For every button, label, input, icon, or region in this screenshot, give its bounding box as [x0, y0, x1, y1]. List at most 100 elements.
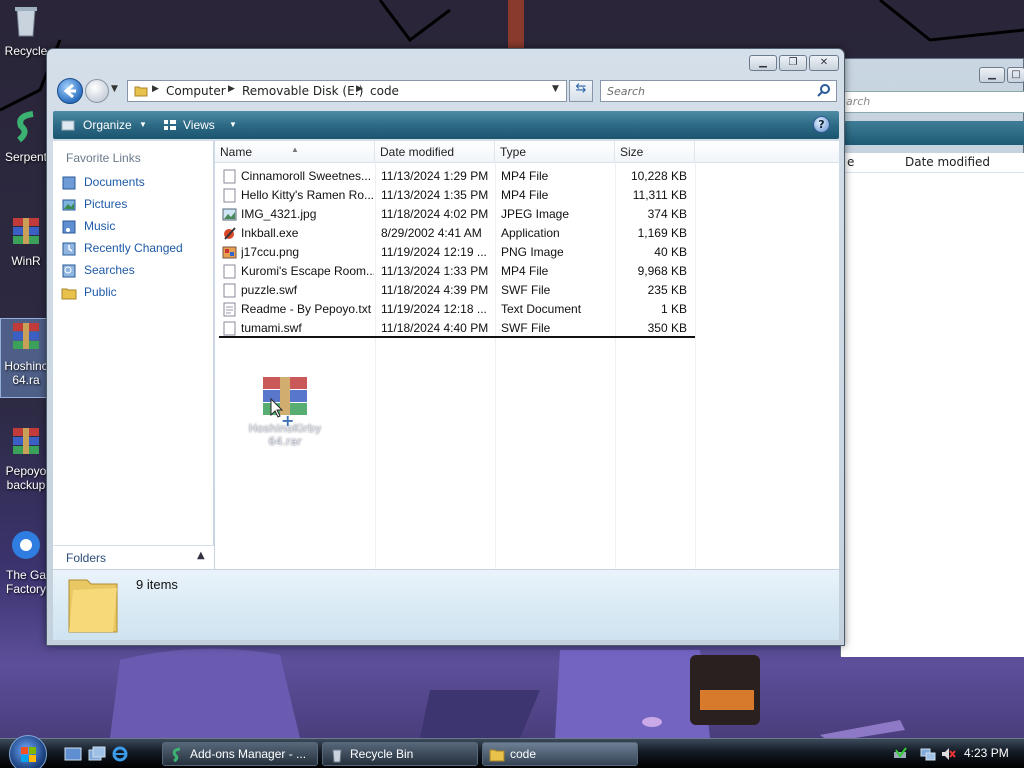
maximize-button[interactable]: ❐ [779, 55, 807, 71]
show-desktop-icon[interactable] [64, 746, 82, 762]
recycle-bin-icon [332, 749, 342, 763]
column-header-date-modified[interactable]: Date modified [375, 141, 495, 163]
clock[interactable]: 4:23 PM [964, 746, 1009, 760]
chevron-right-icon[interactable]: ▶ [228, 84, 235, 94]
minimize-button[interactable]: ▁ [749, 55, 777, 71]
file-row[interactable]: Cinnamoroll Sweetnes... 11/13/2024 1:29 P… [215, 167, 695, 186]
forward-button[interactable] [85, 79, 109, 103]
desktop-icon-game-factory[interactable]: The Ga Factory [0, 528, 52, 596]
taskbar-item-recycle-bin[interactable]: Recycle Bin [322, 742, 478, 766]
views-icon [164, 120, 176, 130]
column-header-date[interactable]: Date modified [905, 155, 990, 169]
file-row[interactable]: Kuromi's Escape Room... 11/13/2024 1:33 P… [215, 262, 695, 281]
close-button[interactable]: ✕ [809, 55, 839, 71]
winrar-archive-icon [13, 428, 39, 454]
network-icon[interactable] [920, 746, 936, 762]
address-bar[interactable]: ▶ Computer ▶ Removable Disk (E:) ▶ code … [127, 80, 567, 102]
copy-plus-badge: + [281, 411, 295, 430]
chevron-right-icon[interactable]: ▶ [356, 84, 363, 94]
video-file-icon [223, 264, 236, 279]
nav-item-label: Recently Changed [84, 241, 183, 255]
column-header-name[interactable]: Name ▲ [215, 141, 375, 163]
file-row[interactable]: Inkball.exe 8/29/2002 4:41 AM Application 1… [215, 224, 695, 243]
safely-remove-hardware-icon[interactable] [892, 746, 908, 762]
file-date-modified: 11/18/2024 4:02 PM [381, 207, 489, 221]
column-header-type-partial[interactable]: e [847, 155, 854, 169]
folder-icon [68, 579, 118, 633]
minimize-icon: ▁ [759, 57, 767, 68]
file-name: j17ccu.png [241, 245, 300, 259]
window-controls: ▁ ❐ ✕ [749, 55, 839, 71]
column-header-label: Type [500, 145, 527, 159]
file-size: 350 KB [647, 321, 687, 335]
desktop-icon-recycle-bin[interactable]: Recycle [0, 4, 52, 58]
organize-button[interactable]: Organize ▼ [61, 116, 149, 134]
file-type: Text Document [501, 302, 582, 316]
nav-item-pictures[interactable]: Pictures [61, 195, 209, 215]
recent-pages-dropdown[interactable]: ▼ [111, 84, 123, 96]
file-size: 1,169 KB [637, 226, 687, 240]
nav-item-documents[interactable]: Documents [61, 173, 209, 193]
file-date-modified: 11/18/2024 4:40 PM [381, 321, 489, 335]
breadcrumb-code[interactable]: code [370, 84, 399, 98]
help-button[interactable]: ? [813, 116, 830, 133]
music-icon [62, 220, 76, 234]
folders-label: Folders [66, 551, 107, 565]
views-button[interactable]: Views ▼ [163, 116, 243, 134]
file-row[interactable]: Hello Kitty's Ramen Ro... 11/13/2024 1:35… [215, 186, 695, 205]
navigation-row: ▼ ▶ Computer ▶ Removable Disk (E:) ▶ cod… [55, 77, 840, 105]
folders-toggle[interactable]: Folders ▲ [53, 545, 214, 569]
help-icon: ? [818, 118, 825, 131]
file-size: 235 KB [647, 283, 687, 297]
search-input[interactable]: Search [600, 80, 837, 102]
internet-explorer-icon[interactable] [111, 746, 129, 762]
desktop-icon-label: WinR [11, 254, 41, 268]
video-file-icon [223, 188, 236, 203]
search-icon[interactable] [816, 83, 832, 99]
desktop-icon-hoshino-rar[interactable]: Hoshinc 64.ra [0, 318, 52, 398]
refresh-button[interactable]: ⇆ [569, 80, 593, 102]
breadcrumb-removable-disk[interactable]: Removable Disk (E:) [242, 84, 363, 98]
switch-windows-icon[interactable] [88, 746, 106, 762]
breadcrumb-computer[interactable]: Computer [166, 84, 226, 98]
desktop-icon-pepoyo-backup[interactable]: Pepoyo backup [0, 424, 52, 492]
public-folder-icon [61, 288, 77, 300]
minimize-button[interactable]: ▁ [979, 67, 1005, 83]
taskbar: Add-ons Manager - ... Recycle Bin code 4… [0, 735, 1024, 768]
chevron-right-icon[interactable]: ▶ [152, 84, 159, 94]
nav-item-searches[interactable]: Searches [61, 261, 209, 281]
column-header-size[interactable]: Size [615, 141, 695, 163]
file-type: JPEG Image [501, 207, 570, 221]
nav-item-label: Pictures [84, 197, 128, 211]
searches-icon [62, 264, 76, 278]
nav-item-music[interactable]: Music [61, 217, 209, 237]
background-explorer-window[interactable]: ▁ □ arch e Date modified [840, 58, 1024, 657]
file-row[interactable]: j17ccu.png 11/19/2024 12:19 ... PNG Image 4… [215, 243, 695, 262]
desktop-icon-serpent[interactable]: Serpent [0, 110, 52, 164]
file-type: MP4 File [501, 264, 549, 278]
desktop-icon-winrar[interactable]: WinR [0, 214, 52, 268]
column-header-type[interactable]: Type [495, 141, 615, 163]
back-button[interactable] [57, 78, 83, 104]
file-row[interactable]: Readme - By Pepoyo.txt 11/19/2024 12:18 .… [215, 300, 695, 319]
nav-item-recently-changed[interactable]: Recently Changed [61, 239, 209, 259]
file-row[interactable]: IMG_4321.jpg 11/18/2024 4:02 PM JPEG Image… [215, 205, 695, 224]
taskbar-item-code[interactable]: code [482, 742, 638, 766]
taskbar-item-addons-manager[interactable]: Add-ons Manager - ... [162, 742, 318, 766]
game-factory-icon [12, 531, 40, 559]
search-input[interactable]: arch [841, 91, 1024, 113]
address-dropdown-icon[interactable]: ▼ [552, 84, 559, 94]
file-date-modified: 8/29/2002 4:41 AM [381, 226, 482, 240]
file-row[interactable]: puzzle.swf 11/18/2024 4:39 PM SWF File 235 … [215, 281, 695, 300]
file-date-modified: 11/19/2024 12:18 ... [381, 302, 487, 316]
organize-icon [61, 120, 75, 131]
maximize-button[interactable]: □ [1007, 67, 1024, 83]
volume-muted-icon[interactable] [940, 746, 956, 762]
file-name: Hello Kitty's Ramen Ro... [241, 188, 374, 202]
file-type: MP4 File [501, 169, 549, 183]
nav-item-public[interactable]: Public [61, 283, 209, 303]
favorite-links-header: Favorite Links [66, 151, 141, 165]
start-button[interactable] [9, 735, 47, 768]
file-size: 40 KB [654, 245, 687, 259]
folder-icon [489, 749, 505, 762]
